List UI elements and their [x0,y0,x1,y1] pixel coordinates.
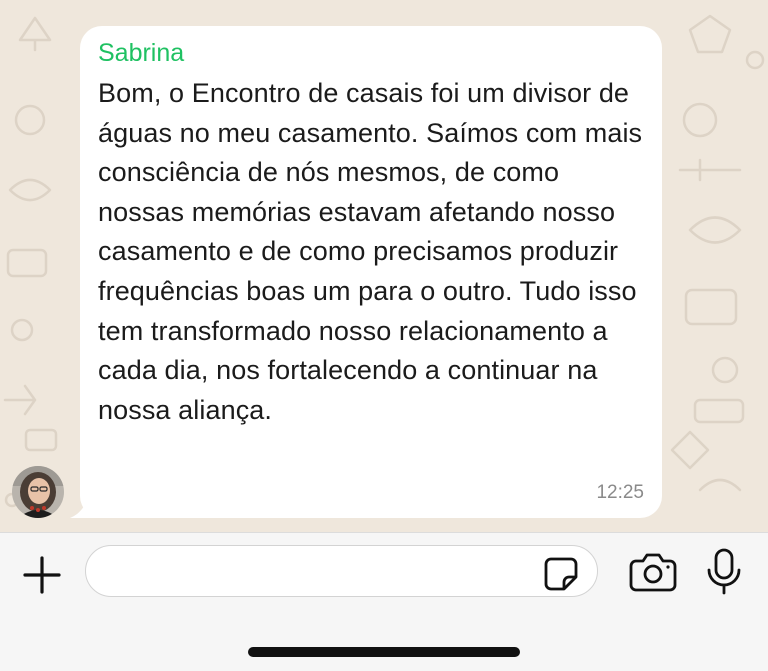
home-indicator [248,647,520,657]
camera-button[interactable] [628,551,678,593]
message-input[interactable] [85,545,598,597]
chat-area: Sabrina Bom, o Encontro de casais foi um… [0,0,768,532]
camera-icon [629,553,677,592]
microphone-icon [707,548,741,595]
avatar[interactable] [12,466,64,518]
plus-icon [23,556,61,594]
avatar-photo [12,466,64,518]
voice-message-button[interactable] [702,547,746,597]
message-text: Bom, o Encontro de casais foi um divisor… [98,78,643,425]
message-timestamp: 12:25 [596,482,644,503]
attach-button[interactable] [20,553,64,597]
sticker-button[interactable] [542,555,580,593]
sender-name[interactable]: Sabrina [98,38,642,68]
composer-bar [0,532,768,671]
message-bubble[interactable]: Sabrina Bom, o Encontro de casais foi um… [80,26,662,518]
sticker-icon [544,557,578,591]
